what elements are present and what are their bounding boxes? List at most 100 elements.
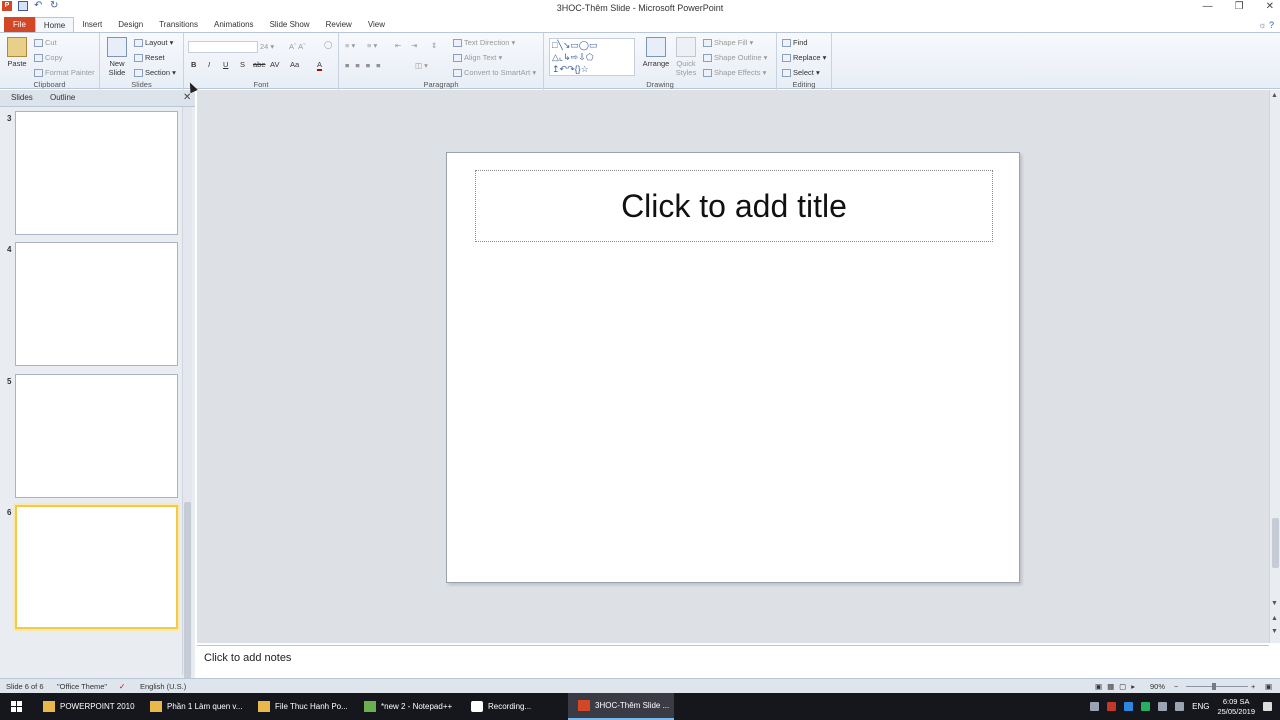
view-buttons[interactable]: ▣▦▢▸ — [1095, 682, 1140, 691]
tab-home[interactable]: Home — [34, 17, 75, 32]
notes-pane[interactable]: Click to add notes — [197, 645, 1269, 678]
line-spacing-icon[interactable]: ⇕ — [431, 41, 437, 50]
help-icon[interactable]: ☼ ? — [1258, 20, 1274, 30]
shadow-button[interactable]: S — [240, 60, 245, 69]
replace-button[interactable]: Replace ▾ — [782, 53, 826, 63]
tray-icon[interactable] — [1124, 702, 1134, 711]
vertical-scrollbar[interactable]: ▲ ▼ ▲ ▼ — [1269, 90, 1280, 643]
tab-outline[interactable]: Outline — [50, 93, 75, 102]
brush-icon — [34, 69, 43, 78]
tab-file[interactable]: File — [4, 17, 35, 32]
select-button[interactable]: Select ▾ — [782, 68, 820, 78]
tab-animations[interactable]: Animations — [206, 17, 262, 32]
clear-format-icon[interactable]: ◯ — [324, 40, 332, 49]
slide-thumbnail-4[interactable] — [15, 242, 178, 366]
change-case-button[interactable]: Aa — [290, 60, 299, 69]
tab-slides[interactable]: Slides — [11, 93, 33, 102]
align-text-button[interactable]: Align Text ▾ — [453, 53, 502, 63]
shape-fill-button[interactable]: Shape Fill ▾ — [703, 38, 753, 48]
start-button[interactable] — [0, 693, 32, 720]
taskbar-item-recording[interactable]: Recording... — [461, 693, 567, 720]
strikethrough-button[interactable]: abe — [253, 60, 266, 69]
tab-transitions[interactable]: Transitions — [151, 17, 206, 32]
shape-effects-button[interactable]: Shape Effects ▾ — [703, 68, 766, 78]
columns-icon[interactable]: ◫ ▾ — [415, 61, 428, 70]
thumbnail-number: 6 — [7, 508, 12, 517]
slide-thumbnail-3[interactable] — [15, 111, 178, 235]
bullets-icon[interactable]: ≡ ▾ — [345, 41, 355, 50]
fit-to-window-icon[interactable]: ▣ — [1265, 682, 1272, 691]
paste-button[interactable]: Paste — [4, 37, 30, 68]
find-button[interactable]: Find — [782, 38, 808, 48]
layout-button[interactable]: Layout ▾ — [134, 38, 173, 48]
slides-group-label: Slides — [131, 80, 152, 89]
zoom-out-icon[interactable]: − — [1174, 682, 1178, 691]
close-pane-icon[interactable]: ✕ — [183, 92, 191, 103]
notifications-icon[interactable] — [1263, 702, 1272, 711]
scroll-down-icon[interactable]: ▼ — [1271, 600, 1278, 607]
slides-pane-scroll-thumb[interactable] — [184, 502, 191, 682]
tray-icon[interactable] — [1107, 702, 1117, 711]
input-language[interactable]: ENG — [1192, 702, 1209, 711]
zoom-slider[interactable] — [1186, 683, 1248, 690]
text-direction-button[interactable]: Text Direction ▾ — [453, 38, 515, 48]
section-button[interactable]: Section ▾ — [134, 68, 176, 78]
tab-review[interactable]: Review — [318, 17, 360, 32]
previous-slide-icon[interactable]: ▲ — [1271, 615, 1278, 622]
taskbar-item-folder-file-thuc-hanh[interactable]: File Thuc Hanh Po... — [248, 693, 354, 720]
font-size-dropdown[interactable]: 24 ▾ — [260, 42, 274, 51]
next-slide-icon[interactable]: ▼ — [1271, 628, 1278, 635]
zoom-level[interactable]: 90% — [1150, 682, 1165, 691]
close-button[interactable]: ✕ — [1266, 1, 1274, 12]
decrease-indent-icon[interactable]: ⇤ — [395, 41, 401, 50]
arrange-button[interactable]: Arrange — [641, 37, 671, 68]
character-spacing-button[interactable]: AV — [270, 60, 279, 69]
notes-placeholder[interactable]: Click to add notes — [204, 652, 291, 664]
title-placeholder[interactable]: Click to add title — [475, 170, 993, 242]
volume-icon[interactable] — [1175, 702, 1185, 711]
numbering-icon[interactable]: ≡ ▾ — [367, 41, 377, 50]
tab-view[interactable]: View — [360, 17, 393, 32]
taskbar-item-folder-powerpoint[interactable]: POWERPOINT 2010 — [33, 693, 138, 720]
clock[interactable]: 6:09 SA 25/05/2019 — [1217, 697, 1255, 717]
shape-outline-button[interactable]: Shape Outline ▾ — [703, 53, 767, 63]
font-color-button[interactable]: A — [317, 60, 323, 71]
tab-insert[interactable]: Insert — [74, 17, 110, 32]
spellcheck-icon[interactable]: ✓ — [119, 682, 125, 691]
reset-button[interactable]: Reset — [134, 53, 165, 63]
format-painter-button[interactable]: Format Painter — [34, 68, 95, 78]
zoom-in-icon[interactable]: + — [1251, 682, 1255, 691]
increase-indent-icon[interactable]: ⇥ — [411, 41, 417, 50]
zoom-slider-knob[interactable] — [1211, 683, 1216, 690]
slides-pane-scrollbar[interactable] — [182, 107, 192, 682]
tab-design[interactable]: Design — [110, 17, 151, 32]
network-icon[interactable] — [1158, 702, 1168, 711]
underline-button[interactable]: U — [223, 60, 228, 69]
language-status[interactable]: English (U.S.) — [140, 682, 186, 691]
minimize-button[interactable]: — — [1203, 1, 1213, 12]
taskbar-item-powerpoint[interactable]: 3HOC-Thêm Slide ... — [568, 693, 674, 720]
slide-thumbnail-6[interactable] — [15, 505, 178, 629]
quick-styles-button[interactable]: Quick Styles — [674, 37, 698, 77]
bold-button[interactable]: B — [191, 60, 196, 69]
slide-thumbnail-5[interactable] — [15, 374, 178, 498]
font-name-dropdown[interactable] — [188, 41, 258, 53]
slide-canvas[interactable]: Click to add title — [446, 152, 1020, 583]
vertical-scroll-thumb[interactable] — [1272, 518, 1279, 568]
grow-font-icon[interactable]: Aˆ Aˇ — [289, 42, 306, 51]
align-buttons[interactable]: ≡≡≡≡ — [345, 61, 387, 70]
notepad-icon — [364, 701, 376, 712]
convert-smartart-button[interactable]: Convert to SmartArt ▾ — [453, 68, 536, 78]
restore-button[interactable]: ❐ — [1235, 1, 1244, 12]
cut-button[interactable]: Cut — [34, 38, 57, 48]
copy-button[interactable]: Copy — [34, 53, 63, 63]
taskbar-item-folder-phan1[interactable]: Phần 1 Làm quen v... — [140, 693, 247, 720]
tray-icon[interactable] — [1090, 702, 1100, 711]
tab-slide-show[interactable]: Slide Show — [262, 17, 318, 32]
taskbar-item-notepad[interactable]: *new 2 - Notepad++ — [354, 693, 460, 720]
tray-icon[interactable] — [1141, 702, 1151, 711]
italic-button[interactable]: I — [208, 60, 210, 69]
scroll-up-icon[interactable]: ▲ — [1271, 92, 1278, 99]
shapes-gallery[interactable]: □╲↘▭◯▭ △⌞↳⇨⇩⬠ ↥↶↷{}☆ — [549, 38, 635, 76]
new-slide-button[interactable]: New Slide — [105, 37, 129, 77]
